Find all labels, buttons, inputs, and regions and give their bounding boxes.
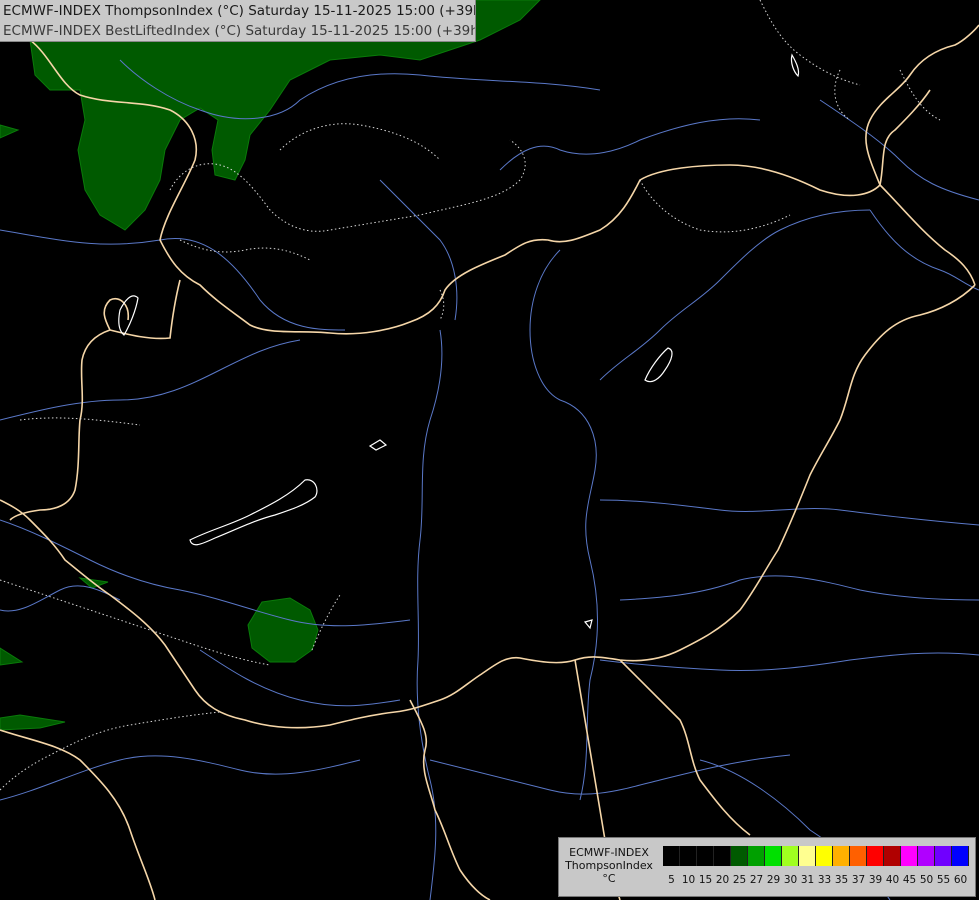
legend-swatch	[901, 846, 918, 866]
legend-swatch	[663, 846, 680, 866]
color-legend: ECMWF-INDEX ThompsonIndex °C 5 10 15 20 25 27…	[558, 837, 976, 897]
map-title: ECMWF-INDEX ThompsonIndex (°C) Saturday …	[0, 0, 476, 42]
legend-tick-label: 50	[919, 874, 934, 886]
legend-swatch	[799, 846, 816, 866]
legend-tick-label: 20	[715, 874, 730, 886]
legend-tick-label: 30	[783, 874, 798, 886]
legend-swatch	[918, 846, 935, 866]
legend-tick-label: 60	[953, 874, 968, 886]
legend-swatch	[935, 846, 952, 866]
legend-swatch	[765, 846, 782, 866]
legend-swatch	[816, 846, 833, 866]
legend-tick-label: 29	[766, 874, 781, 886]
legend-swatch	[782, 846, 799, 866]
legend-swatch	[850, 846, 867, 866]
legend-swatch	[884, 846, 901, 866]
legend-swatch	[680, 846, 697, 866]
legend-swatch	[952, 846, 969, 866]
legend-tick-label: 5	[668, 874, 675, 886]
legend-tick-label: 55	[936, 874, 951, 886]
legend-swatches	[663, 846, 969, 866]
legend-swatch	[833, 846, 850, 866]
legend-parameter: ThompsonIndex	[565, 859, 653, 872]
weather-map	[0, 0, 979, 900]
title-line-bestlifted: ECMWF-INDEX BestLiftedIndex (°C) Saturda…	[3, 23, 476, 39]
legend-tick-label: 31	[800, 874, 815, 886]
legend-tick-label: 15	[698, 874, 713, 886]
legend-swatch	[714, 846, 731, 866]
title-line-thompson: ECMWF-INDEX ThompsonIndex (°C) Saturday …	[3, 3, 476, 19]
legend-tick-label: 40	[885, 874, 900, 886]
legend-tick-label: 39	[868, 874, 883, 886]
legend-tick-label: 25	[732, 874, 747, 886]
legend-swatch	[867, 846, 884, 866]
legend-swatch	[697, 846, 714, 866]
legend-model: ECMWF-INDEX	[569, 846, 649, 859]
legend-tick-label: 33	[817, 874, 832, 886]
legend-swatch	[731, 846, 748, 866]
legend-tick-label: 10	[681, 874, 696, 886]
legend-tick-label: 35	[834, 874, 849, 886]
legend-tick-label: 37	[851, 874, 866, 886]
legend-label: ECMWF-INDEX ThompsonIndex °C	[561, 846, 657, 885]
legend-tick-label: 27	[749, 874, 764, 886]
legend-tick-label: 45	[902, 874, 917, 886]
legend-unit: °C	[602, 872, 616, 885]
legend-swatch	[748, 846, 765, 866]
